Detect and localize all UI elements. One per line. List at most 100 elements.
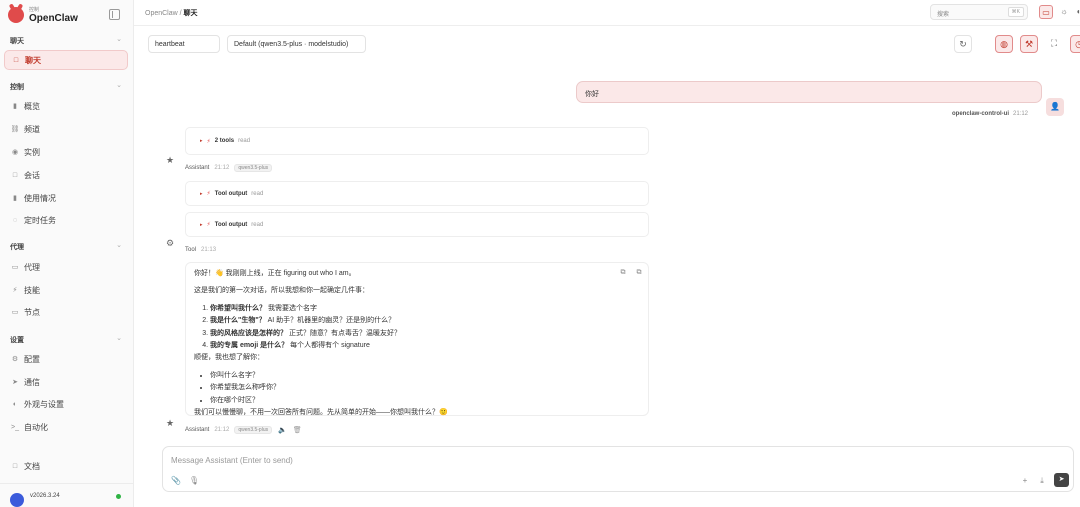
focus-icon[interactable]: ⛶ (1045, 35, 1063, 53)
sidebar: 控制 OpenClaw 聊天 ⌄ □ 聊天 控制 ⌄ ▮ 概览 ⛓ 频道 ◉ 实例 □ 会话 … (0, 0, 134, 507)
tool-output-item[interactable]: ▸ ⚡ Tool output read (185, 181, 649, 206)
sidebar-item-cron[interactable]: ◌ 定时任务 (10, 212, 125, 228)
sidebar-item-usage[interactable]: ▮ 使用情况 (10, 190, 125, 206)
model-badge: qwen3.5-plus (234, 164, 273, 172)
assistant-icon: ★ (166, 418, 175, 428)
spark-icon: ⚡ (206, 138, 211, 145)
version-label: v2026.3.24 (30, 492, 60, 499)
caret-right-icon: ▸ (200, 221, 203, 228)
monitor-icon: ▭ (11, 309, 19, 316)
wrench-icon[interactable]: ⚒ (1020, 35, 1038, 53)
sidebar-item-docs[interactable]: □ 文档 (10, 458, 125, 474)
sidebar-collapse-icon[interactable] (109, 9, 120, 20)
tool-output-item[interactable]: ▸ ⚡ Tool output read (185, 212, 649, 237)
brand[interactable]: 控制 OpenClaw (8, 6, 78, 24)
user-message: 你好 (576, 81, 1042, 103)
bar-chart-icon: ▮ (13, 103, 17, 110)
sidebar-item-instances[interactable]: ◉ 实例 (10, 144, 125, 160)
user-avatar-icon: 👤 (1046, 98, 1064, 116)
list-item: 我是什么"生物"？ AI 助手？机器里的幽灵？还是别的什么？ (210, 315, 640, 327)
questions-list: 你希望叫我什么？ 我需要选个名字 我是什么"生物"？ AI 助手？机器里的幽灵？… (202, 303, 640, 353)
openclaw-logo-icon (8, 7, 24, 23)
assistant-message: ⧉ ⧉ 你好！👋 我刚刚上线，正在 figuring out who I am。… (185, 262, 649, 416)
topbar: OpenClaw / 聊天 搜索 ⌘K ▭ ☼ ◐ (134, 0, 1080, 26)
list-item: 我的专属 emoji 是什么？ 每个人都得有个 signature (210, 340, 640, 352)
chevron-down-icon: ⌄ (116, 242, 122, 249)
chevron-down-icon: ⌄ (116, 82, 122, 89)
duplicate-icon[interactable]: ⧉ (634, 267, 644, 277)
chevron-down-icon: ⌄ (116, 335, 122, 342)
clock-icon: ◌ (12, 216, 18, 224)
radio-icon: ◉ (11, 149, 19, 156)
about-you-list: 你叫什么名字？ 你希望我怎么称呼你？ 你在哪个时区？ (202, 370, 640, 407)
lightning-icon: ⚡ (12, 287, 18, 294)
brand-name: OpenClaw (29, 12, 78, 24)
user-message-meta: openclaw-control-ui 21:12 (952, 111, 1029, 117)
clock-icon[interactable]: ◷ (1070, 35, 1080, 53)
send-button[interactable]: ➤ (1054, 473, 1069, 487)
list-item: 你希望我怎么称呼你？ (210, 382, 640, 394)
model-select[interactable]: Default (qwen3.5-plus · modelstudio) (227, 35, 366, 53)
chevron-down-icon: ⌄ (116, 36, 122, 43)
sidebar-item-nodes[interactable]: ▭ 节点 (10, 304, 125, 320)
microphone-icon[interactable]: 🎙 (189, 476, 199, 485)
search-input[interactable]: 搜索 ⌘K (930, 4, 1028, 20)
tool-gear-icon: ⚙ (166, 238, 175, 248)
trash-icon[interactable]: 🗑 (293, 426, 302, 434)
section-settings[interactable]: 设置 ⌄ (10, 335, 122, 345)
download-icon[interactable]: ⤓ (1037, 476, 1047, 486)
sidebar-item-chat[interactable]: □ 聊天 (4, 50, 128, 70)
avatar[interactable] (10, 492, 24, 507)
chat-icon: □ (13, 56, 19, 64)
spark-icon: ⚡ (206, 191, 211, 197)
moon-icon[interactable]: ◐ (1072, 5, 1080, 19)
section-control[interactable]: 控制 ⌄ (10, 82, 122, 92)
online-status-dot (116, 494, 121, 499)
folder-icon: ▭ (11, 264, 19, 271)
tools-summary[interactable]: ▸ ⚡ 2 tools read (185, 127, 649, 155)
sidebar-item-sessions[interactable]: □ 会话 (10, 167, 125, 183)
model-badge: qwen3.5-plus (234, 426, 273, 434)
tool-meta: Tool 21:13 (185, 247, 217, 253)
palette-icon: ◐ (12, 400, 18, 408)
sun-icon[interactable]: ☼ (1057, 5, 1071, 19)
sidebar-item-agents[interactable]: ▭ 代理 (10, 259, 125, 275)
sidebar-item-communication[interactable]: ➤ 通信 (10, 374, 125, 390)
section-chat[interactable]: 聊天 ⌄ (10, 36, 122, 46)
sidebar-footer: v2026.3.24 (0, 483, 133, 507)
sidebar-item-automation[interactable]: >_ 自动化 (10, 419, 125, 435)
message-composer[interactable]: Message Assistant (Enter to send) 📎 🎙 + … (162, 446, 1074, 492)
gear-icon: ⚙ (11, 356, 19, 363)
brain-icon[interactable]: ◍ (995, 35, 1013, 53)
book-icon: □ (12, 462, 18, 470)
section-agents[interactable]: 代理 ⌄ (10, 242, 122, 252)
sidebar-item-appearance[interactable]: ◐ 外观与设置 (10, 396, 125, 412)
monitor-icon[interactable]: ▭ (1039, 5, 1053, 19)
speaker-icon[interactable]: 🔈 (278, 426, 287, 434)
send-icon: ➤ (12, 379, 18, 386)
terminal-icon: >_ (11, 423, 19, 431)
session-select[interactable]: heartbeat (148, 35, 220, 53)
search-shortcut: ⌘K (1007, 7, 1024, 17)
sidebar-item-overview[interactable]: ▮ 概览 (10, 98, 125, 114)
breadcrumb-current: 聊天 (183, 10, 198, 17)
message-input[interactable]: Message Assistant (Enter to send) (171, 456, 293, 465)
list-item: 你希望叫我什么？ 我需要选个名字 (210, 303, 640, 315)
caret-right-icon: ▸ (200, 138, 203, 144)
assistant-icon: ★ (166, 155, 175, 165)
caret-right-icon: ▸ (200, 190, 203, 197)
assistant-meta: Assistant 21:12 qwen3.5-plus 🔈 🗑 (185, 426, 302, 434)
document-icon: □ (12, 171, 18, 179)
breadcrumb-root[interactable]: OpenClaw (145, 10, 178, 17)
refresh-icon[interactable]: ↻ (954, 35, 972, 53)
list-item: 你在哪个时区？ (210, 395, 640, 407)
copy-icon[interactable]: ⧉ (618, 267, 628, 277)
plus-icon[interactable]: + (1020, 476, 1030, 485)
sidebar-item-config[interactable]: ⚙ 配置 (10, 351, 125, 367)
breadcrumb: OpenClaw / 聊天 (145, 10, 198, 17)
list-item: 你叫什么名字？ (210, 370, 640, 382)
attach-icon[interactable]: 📎 (171, 476, 181, 485)
sidebar-item-channels[interactable]: ⛓ 频道 (10, 121, 125, 137)
spark-icon: ⚡ (206, 222, 211, 228)
sidebar-item-skills[interactable]: ⚡ 技能 (10, 282, 125, 298)
